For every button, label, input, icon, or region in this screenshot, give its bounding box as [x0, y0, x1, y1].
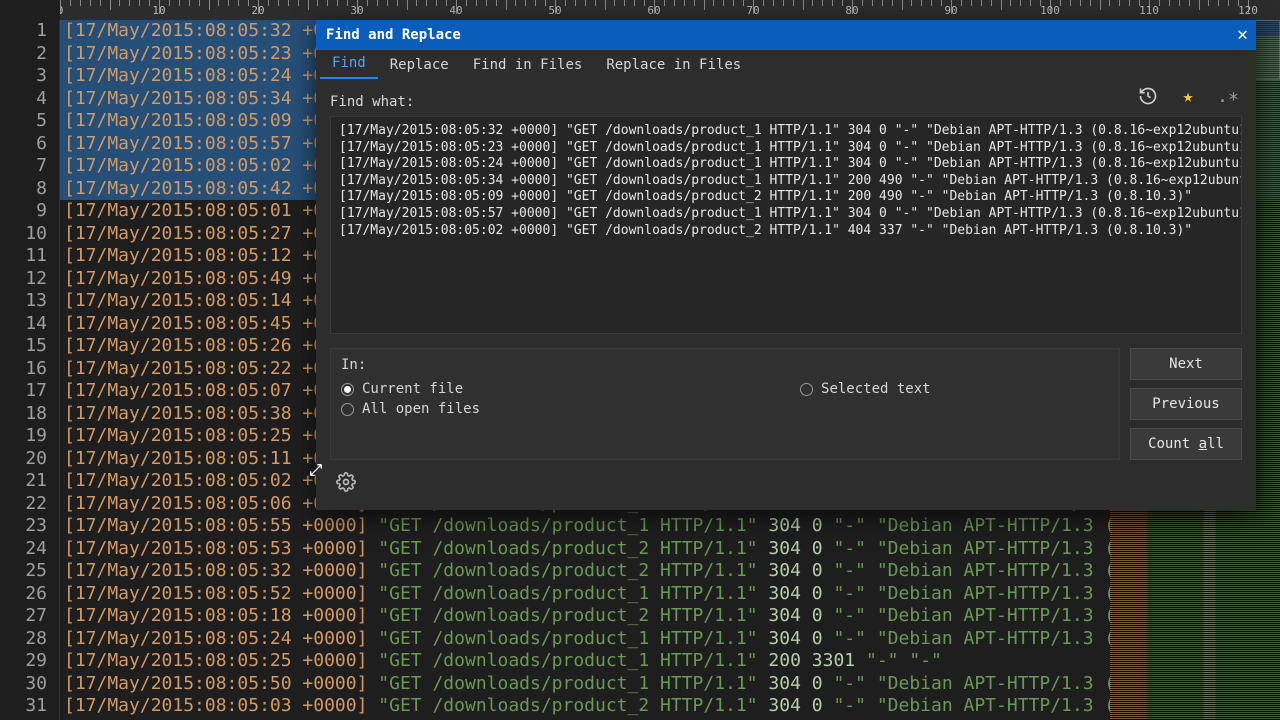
gear-icon[interactable] — [330, 466, 362, 498]
line-number: 6 — [0, 133, 47, 156]
line-number: 9 — [0, 200, 47, 223]
line-number: 30 — [0, 673, 47, 696]
line-number: 20 — [0, 448, 47, 471]
dialog-titlebar[interactable]: Find and Replace ✕ — [316, 20, 1256, 50]
line-number: 26 — [0, 583, 47, 606]
line-number-gutter: 1234567891011121314151617181920212223242… — [0, 20, 60, 720]
code-line[interactable]: [17/May/2015:08:05:53 +0000] "GET /downl… — [60, 538, 1280, 561]
line-number: 16 — [0, 358, 47, 381]
scope-current-file-radio[interactable]: Current file — [341, 381, 480, 397]
radio-dot-icon — [341, 383, 354, 396]
scope-all-open-files-radio[interactable]: All open files — [341, 401, 480, 417]
count-all-button[interactable]: Count all — [1130, 428, 1242, 460]
line-number: 27 — [0, 605, 47, 628]
line-number: 24 — [0, 538, 47, 561]
line-number: 14 — [0, 313, 47, 336]
code-line[interactable]: [17/May/2015:08:05:25 +0000] "GET /downl… — [60, 650, 1280, 673]
code-line[interactable]: [17/May/2015:08:05:24 +0000] "GET /downl… — [60, 628, 1280, 651]
line-number: 28 — [0, 628, 47, 651]
find-previous-button[interactable]: Previous — [1130, 388, 1242, 420]
code-line[interactable]: [17/May/2015:08:05:55 +0000] "GET /downl… — [60, 515, 1280, 538]
history-icon[interactable] — [1132, 80, 1164, 112]
code-line[interactable]: [17/May/2015:08:05:50 +0000] "GET /downl… — [60, 673, 1280, 696]
find-replace-dialog: Find and Replace ✕ FindReplaceFind in Fi… — [316, 20, 1256, 510]
code-line[interactable]: [17/May/2015:08:05:18 +0000] "GET /downl… — [60, 605, 1280, 628]
dialog-tabs: FindReplaceFind in FilesReplace in Files — [316, 50, 1256, 80]
radio-dot-icon — [341, 403, 354, 416]
tab-replace[interactable]: Replace — [378, 51, 461, 79]
line-number: 4 — [0, 88, 47, 111]
find-what-input[interactable] — [330, 116, 1242, 334]
line-number: 13 — [0, 290, 47, 313]
regex-icon[interactable]: .∗ — [1212, 80, 1244, 112]
tab-find[interactable]: Find — [320, 49, 378, 79]
scope-all-open-files-label: All open files — [362, 401, 480, 417]
tab-find-in-files[interactable]: Find in Files — [461, 51, 595, 79]
line-number: 31 — [0, 695, 47, 718]
line-number: 8 — [0, 178, 47, 201]
line-number: 22 — [0, 493, 47, 516]
code-line[interactable]: [17/May/2015:08:05:52 +0000] "GET /downl… — [60, 583, 1280, 606]
line-number: 2 — [0, 43, 47, 66]
find-next-button[interactable]: Next — [1130, 348, 1242, 380]
line-number: 19 — [0, 425, 47, 448]
line-number: 11 — [0, 245, 47, 268]
line-number: 21 — [0, 470, 47, 493]
line-number: 1 — [0, 20, 47, 43]
find-what-label: Find what: — [330, 94, 1242, 110]
line-number: 23 — [0, 515, 47, 538]
code-line[interactable]: [17/May/2015:08:05:32 +0000] "GET /downl… — [60, 560, 1280, 583]
find-buttons: Next Previous Count all — [1130, 348, 1242, 460]
line-number: 18 — [0, 403, 47, 426]
scope-current-file-label: Current file — [362, 381, 463, 397]
line-number: 7 — [0, 155, 47, 178]
search-scope-panel: In: Current file All open files — [330, 348, 1120, 460]
star-icon[interactable]: ★ — [1172, 80, 1204, 112]
scope-label: In: — [341, 357, 1109, 373]
line-number: 29 — [0, 650, 47, 673]
radio-dot-icon — [800, 383, 813, 396]
scope-selected-text-label: Selected text — [821, 381, 931, 397]
line-number: 25 — [0, 560, 47, 583]
line-number: 5 — [0, 110, 47, 133]
scope-selected-text-radio[interactable]: Selected text — [800, 381, 931, 397]
line-number: 15 — [0, 335, 47, 358]
line-number: 12 — [0, 268, 47, 291]
line-number: 3 — [0, 65, 47, 88]
line-number: 10 — [0, 223, 47, 246]
dialog-title: Find and Replace — [324, 27, 461, 43]
close-icon[interactable]: ✕ — [1237, 26, 1248, 44]
column-ruler: 0102030405060708090100110120 — [60, 0, 1280, 20]
code-line[interactable]: [17/May/2015:08:05:03 +0000] "GET /downl… — [60, 695, 1280, 718]
line-number: 17 — [0, 380, 47, 403]
find-toolbar: ★ .∗ — [1132, 80, 1244, 112]
tab-replace-in-files[interactable]: Replace in Files — [594, 51, 753, 79]
